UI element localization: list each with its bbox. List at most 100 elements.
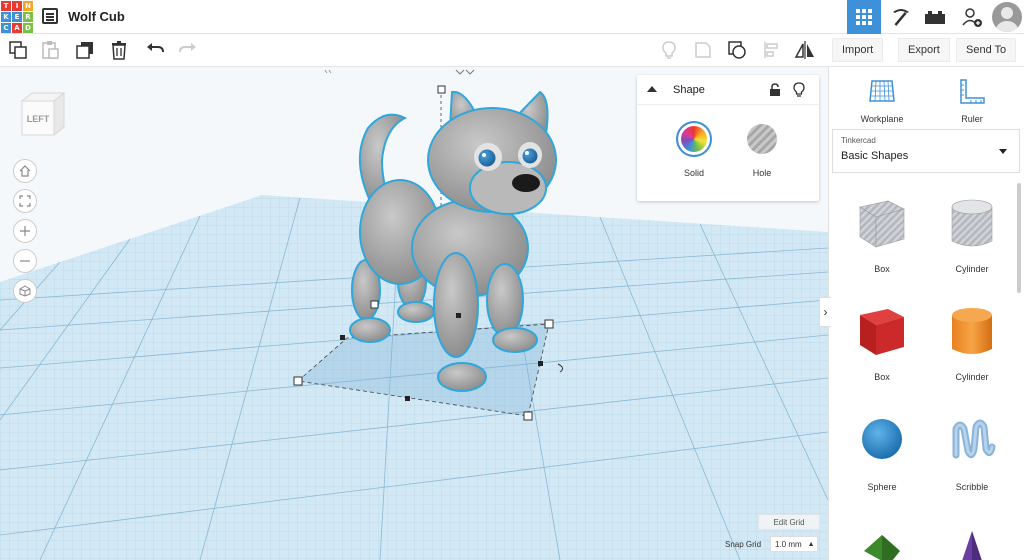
tinkercad-logo[interactable]: TIN KER CAD: [1, 1, 33, 33]
view-cube-label: LEFT: [27, 114, 50, 124]
shape-item[interactable]: Sphere: [837, 411, 927, 492]
scribble-icon: [952, 419, 996, 459]
pickaxe-icon: [893, 9, 909, 26]
delete-button[interactable]: [107, 38, 131, 62]
undo-button[interactable]: [143, 38, 167, 62]
shape-library-grid: Box Cylinder Box Cylinder Sphere Scribbl…: [829, 181, 1019, 560]
perspective-icon: [19, 285, 31, 297]
shape-inspector-title: Shape: [673, 84, 705, 96]
duplicate-icon: [76, 42, 93, 59]
panel-collapse-button[interactable]: ›: [819, 297, 831, 327]
solid-option[interactable]: Solid: [669, 121, 719, 178]
home-icon: [19, 165, 31, 177]
grid-view-button[interactable]: [847, 0, 881, 34]
align-icon: [764, 42, 778, 58]
view-cube[interactable]: LEFT: [18, 91, 68, 141]
lightbulb-icon[interactable]: [793, 82, 805, 97]
hole-swatch[interactable]: [747, 124, 777, 154]
box-hole-icon: [859, 200, 905, 248]
workplane-label: Workplane: [860, 114, 904, 124]
pyramid-icon: [962, 531, 982, 560]
workplane-shape-icon: [728, 41, 746, 59]
mirror-icon: [794, 41, 814, 59]
logo-tile: R: [23, 12, 33, 22]
workplane-tool[interactable]: Workplane: [847, 79, 917, 124]
library-name: Basic Shapes: [841, 150, 909, 162]
perspective-button[interactable]: [13, 279, 37, 303]
solid-color-swatch[interactable]: [676, 121, 712, 157]
paste-button[interactable]: [38, 38, 62, 62]
shapes-panel: Workplane Ruler Tinkercad Basic Shapes B…: [828, 67, 1024, 560]
shape-library-select[interactable]: Tinkercad Basic Shapes: [832, 129, 1020, 173]
ruler-icon: [960, 79, 985, 104]
lock-icon[interactable]: [769, 83, 781, 97]
bricks-button[interactable]: [918, 0, 952, 34]
zoom-out-button[interactable]: [13, 249, 37, 273]
add-user-button[interactable]: [955, 0, 989, 34]
logo-tile: I: [12, 1, 22, 11]
shape-item[interactable]: [837, 521, 927, 560]
shape-item[interactable]: Scribble: [927, 411, 1017, 492]
home-view-button[interactable]: [13, 159, 37, 183]
shape-item-label: Box: [874, 264, 890, 274]
paste-icon: [42, 41, 59, 59]
workplane-shape-button[interactable]: [725, 38, 749, 62]
note-button[interactable]: [657, 38, 681, 62]
notes-button[interactable]: [691, 38, 715, 62]
zoom-in-button[interactable]: [13, 219, 37, 243]
box-solid-icon: [860, 309, 904, 355]
hole-label: Hole: [752, 168, 772, 178]
send-to-button[interactable]: Send To: [956, 38, 1017, 62]
undo-icon: [147, 43, 164, 53]
note-lightbulb-icon: [662, 41, 676, 59]
shapes-scrollbar[interactable]: [1017, 183, 1021, 293]
logo-tile: D: [23, 23, 33, 33]
logo-tile: K: [1, 12, 11, 22]
edit-grid-button[interactable]: Edit Grid: [758, 514, 820, 530]
logo-tile: A: [12, 23, 22, 33]
shape-item-label: Cylinder: [955, 264, 989, 274]
shape-item[interactable]: Box: [837, 301, 927, 382]
zoom-in-icon: [20, 226, 30, 236]
caret-up-icon: ▲: [807, 540, 815, 548]
ruler-tool[interactable]: Ruler: [937, 79, 1007, 124]
delete-icon: [112, 41, 126, 60]
shape-item-label: Scribble: [955, 482, 989, 492]
solid-label: Solid: [683, 168, 704, 178]
export-button[interactable]: Export: [898, 38, 950, 62]
chevron-down-icon: [999, 149, 1007, 154]
fit-view-button[interactable]: [13, 189, 37, 213]
fit-icon: [19, 195, 31, 207]
snap-grid-value: 1.0 mm: [775, 539, 802, 549]
project-title[interactable]: Wolf Cub: [68, 9, 125, 24]
logo-tile: C: [1, 23, 11, 33]
copy-icon: [9, 41, 27, 59]
zoom-out-icon: [20, 260, 30, 262]
collapse-caret-icon[interactable]: [647, 86, 657, 92]
cylinder-solid-icon: [952, 308, 992, 354]
library-source: Tinkercad: [841, 136, 876, 145]
shape-item[interactable]: Box: [837, 193, 927, 274]
design-list-icon[interactable]: [42, 8, 58, 24]
shape-item-label: Box: [874, 372, 890, 382]
snap-grid-label: Snap Grid: [725, 540, 762, 549]
bricks-icon: [925, 11, 945, 24]
shape-item[interactable]: Cylinder: [927, 301, 1017, 382]
shape-item-label: Sphere: [867, 482, 897, 492]
mirror-button[interactable]: [793, 38, 817, 62]
grid-view-icon: [856, 9, 872, 25]
copy-button[interactable]: [6, 38, 30, 62]
shape-item[interactable]: [927, 521, 1017, 560]
avatar[interactable]: [992, 2, 1022, 32]
duplicate-button[interactable]: [73, 38, 97, 62]
hole-option[interactable]: Hole: [737, 121, 787, 178]
align-button[interactable]: [760, 38, 784, 62]
logo-tile: N: [23, 1, 33, 11]
import-button[interactable]: Import: [832, 38, 884, 62]
build-button[interactable]: [884, 0, 918, 34]
redo-button[interactable]: [176, 38, 200, 62]
logo-tile: E: [12, 12, 22, 22]
snap-grid-select[interactable]: 1.0 mm ▲: [770, 536, 818, 552]
chevron-right-icon: ›: [823, 305, 828, 319]
shape-item[interactable]: Cylinder: [927, 193, 1017, 274]
